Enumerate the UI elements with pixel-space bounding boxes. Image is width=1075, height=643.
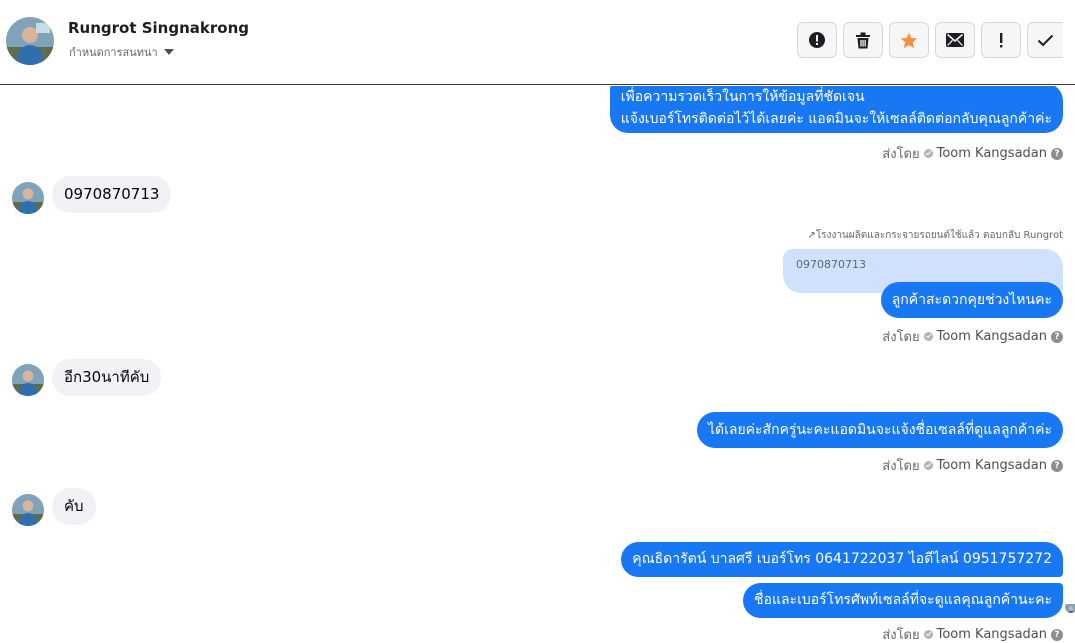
incoming-message[interactable]: 0970870713: [52, 176, 172, 213]
sent-by-label: ส่งโดย Toom Kangsadan ?: [882, 624, 1063, 643]
reply-context: ↗โรงงานผลิตและกระจายรถยนต์ใช้แล้ว ตอบกลั…: [807, 230, 1063, 241]
contact-name[interactable]: Rungrot Singnakrong: [68, 19, 249, 37]
help-icon[interactable]: ?: [1051, 628, 1063, 641]
contact-avatar[interactable]: [6, 17, 54, 65]
delete-button[interactable]: [843, 22, 883, 58]
contact-avatar-small[interactable]: [12, 494, 44, 526]
quoted-text: 0970870713: [796, 258, 866, 271]
conversation-action-bar: [797, 22, 1063, 58]
help-icon[interactable]: ?: [1051, 147, 1063, 160]
reply-arrow-icon: ↗: [807, 230, 816, 241]
mark-unread-button[interactable]: [935, 22, 975, 58]
sent-by-label: ส่งโดย Toom Kangsadan ?: [882, 326, 1063, 347]
outgoing-message[interactable]: เพื่อความรวดเร็วในการให้ข้อมูลที่ชัดเจน …: [609, 86, 1063, 133]
outgoing-message[interactable]: ได้เลยค่ะสักครู่นะคะแอดมินจะแจ้งชื่อเซลล…: [696, 412, 1063, 448]
outgoing-message[interactable]: คุณธิดารัตน์ บาลศรี เบอร์โทร 0641722037 …: [621, 542, 1063, 577]
help-icon[interactable]: ?: [1051, 330, 1063, 343]
contact-avatar-small[interactable]: [12, 364, 44, 396]
outgoing-message[interactable]: ชื่อและเบอร์โทรศัพท์เซลล์ที่จะดูแลคุณลูก…: [743, 583, 1063, 618]
trash-icon: [855, 32, 871, 49]
incoming-message[interactable]: อีก30นาทีคับ: [52, 359, 162, 396]
incoming-message[interactable]: คับ: [52, 488, 96, 525]
sent-by-label: ส่งโดย Toom Kangsadan ?: [882, 455, 1063, 476]
report-spam-button[interactable]: [797, 22, 837, 58]
conversation-schedule-dropdown[interactable]: กำหนดการสนทนา: [69, 43, 174, 61]
contact-avatar-small[interactable]: [12, 182, 44, 214]
verified-icon: [923, 461, 933, 470]
seen-avatar: [1065, 601, 1075, 613]
message-line: เพื่อความรวดเร็วในการให้ข้อมูลที่ชัดเจน: [620, 89, 865, 105]
star-button[interactable]: [889, 22, 929, 58]
alert-circle-icon: [808, 31, 826, 49]
outgoing-message[interactable]: ลูกค้าสะดวกคุยช่วงไหนคะ: [880, 282, 1063, 318]
message-thread[interactable]: เพื่อความรวดเร็วในการให้ข้อมูลที่ชัดเจน …: [0, 86, 1075, 643]
message-line: แจ้งเบอร์โทรติดต่อไว้ได้เลยค่ะ แอดมินจะใ…: [620, 111, 1052, 127]
sent-by-label: ส่งโดย Toom Kangsadan ?: [882, 143, 1063, 164]
star-icon: [900, 32, 918, 49]
caret-down-icon: [163, 48, 174, 56]
schedule-label: กำหนดการสนทนา: [69, 46, 158, 59]
envelope-icon: [946, 33, 964, 47]
follow-up-button[interactable]: [981, 22, 1021, 58]
help-icon[interactable]: ?: [1051, 459, 1063, 472]
checkmark-icon: [1037, 34, 1054, 47]
verified-icon: [923, 149, 933, 158]
verified-icon: [923, 332, 933, 341]
verified-icon: [923, 630, 933, 639]
conversation-header: Rungrot Singnakrong กำหนดการสนทนา: [0, 0, 1075, 85]
exclamation-icon: [998, 32, 1004, 48]
mark-done-button[interactable]: [1027, 22, 1063, 58]
